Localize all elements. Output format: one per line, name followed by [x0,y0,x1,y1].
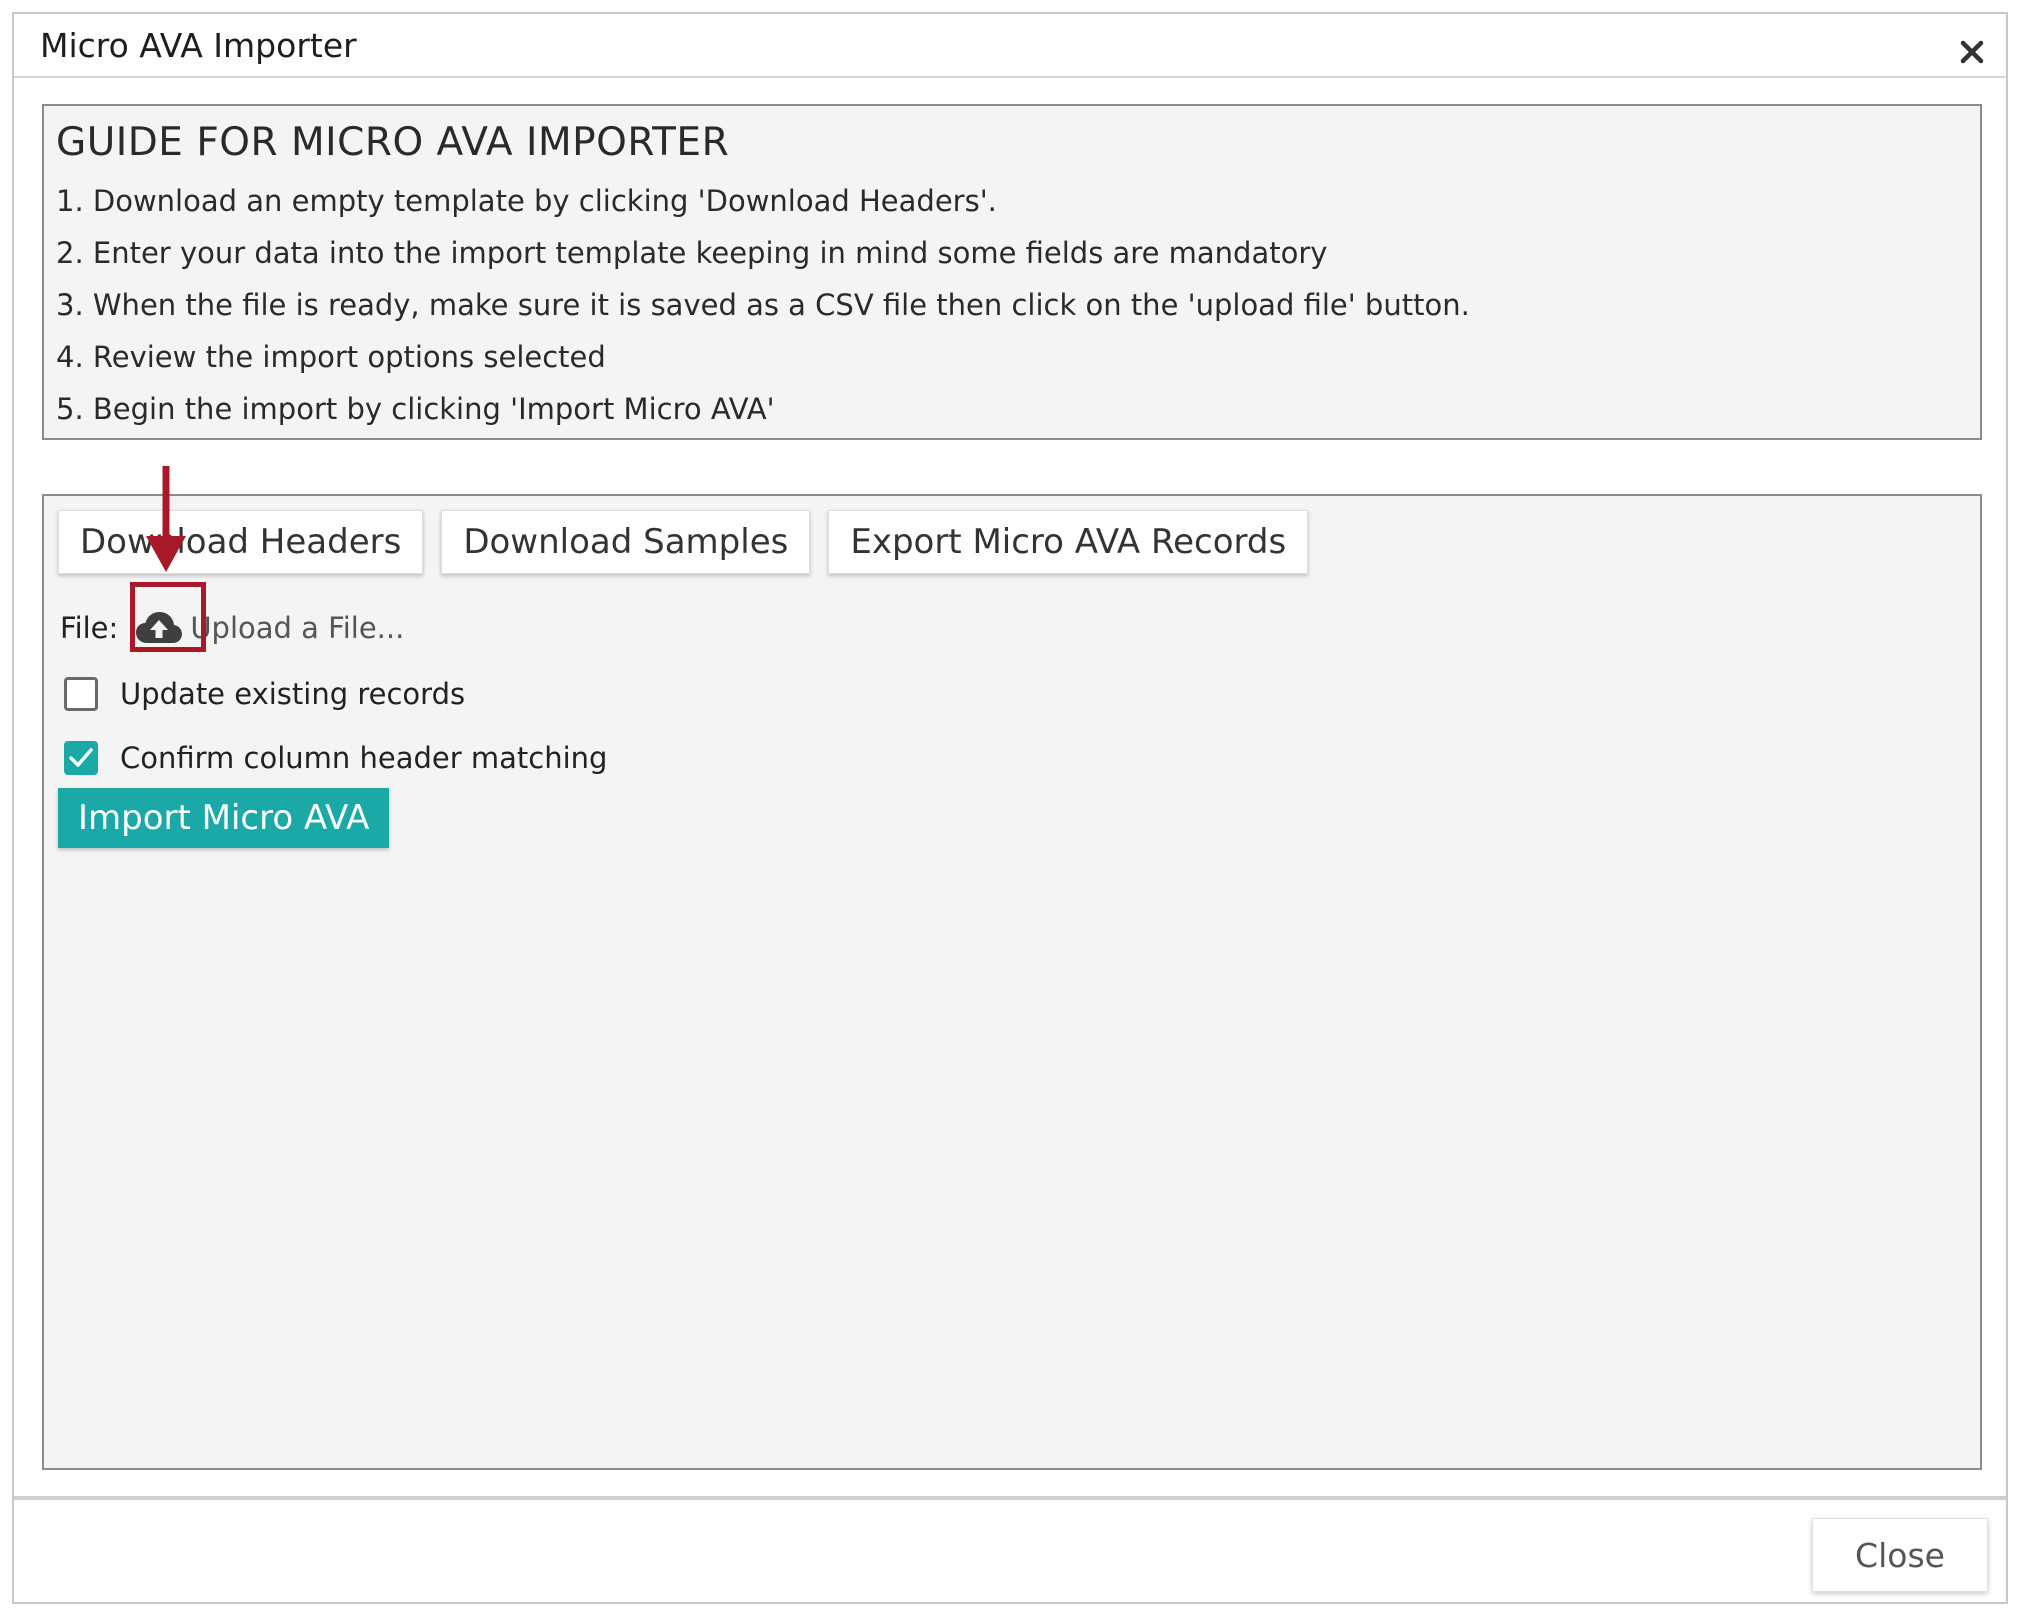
dialog-title: Micro AVA Importer [40,26,357,65]
guide-heading: GUIDE FOR MICRO AVA IMPORTER [56,120,730,165]
close-icon[interactable] [1958,38,1986,66]
guide-step: 2. Enter your data into the import templ… [56,236,1328,270]
toolbar: Download Headers Download Samples Export… [58,510,1309,574]
file-row: File: Upload a File... [60,598,404,658]
confirm-matching-label: Confirm column header matching [120,741,608,775]
close-button[interactable]: Close [1812,1518,1988,1592]
guide-step: 1. Download an empty template by clickin… [56,184,997,218]
download-headers-button[interactable]: Download Headers [58,510,424,574]
upload-file-link[interactable]: Upload a File... [190,611,404,645]
upload-button[interactable] [130,598,188,658]
dialog-titlebar: Micro AVA Importer [14,14,2006,78]
confirm-matching-checkbox[interactable] [64,741,98,775]
checkmark-icon [69,748,93,767]
confirm-matching-option: Confirm column header matching [64,736,607,780]
import-micro-ava-button[interactable]: Import Micro AVA [58,788,390,848]
update-existing-checkbox[interactable] [64,677,98,711]
import-panel: Download Headers Download Samples Export… [42,494,1982,1470]
importer-dialog: Micro AVA Importer GUIDE FOR MICRO AVA I… [12,12,2008,1604]
update-existing-label: Update existing records [120,677,466,711]
guide-step: 4. Review the import options selected [56,340,606,374]
guide-step: 5. Begin the import by clicking 'Import … [56,392,775,426]
export-records-button[interactable]: Export Micro AVA Records [828,510,1309,574]
download-samples-button[interactable]: Download Samples [441,510,811,574]
guide-box: GUIDE FOR MICRO AVA IMPORTER 1. Download… [42,104,1982,440]
update-existing-option: Update existing records [64,672,465,716]
file-label: File: [60,611,119,645]
guide-step: 3. When the file is ready, make sure it … [56,288,1470,322]
cloud-upload-icon [136,612,183,643]
footer-divider [14,1496,2006,1500]
